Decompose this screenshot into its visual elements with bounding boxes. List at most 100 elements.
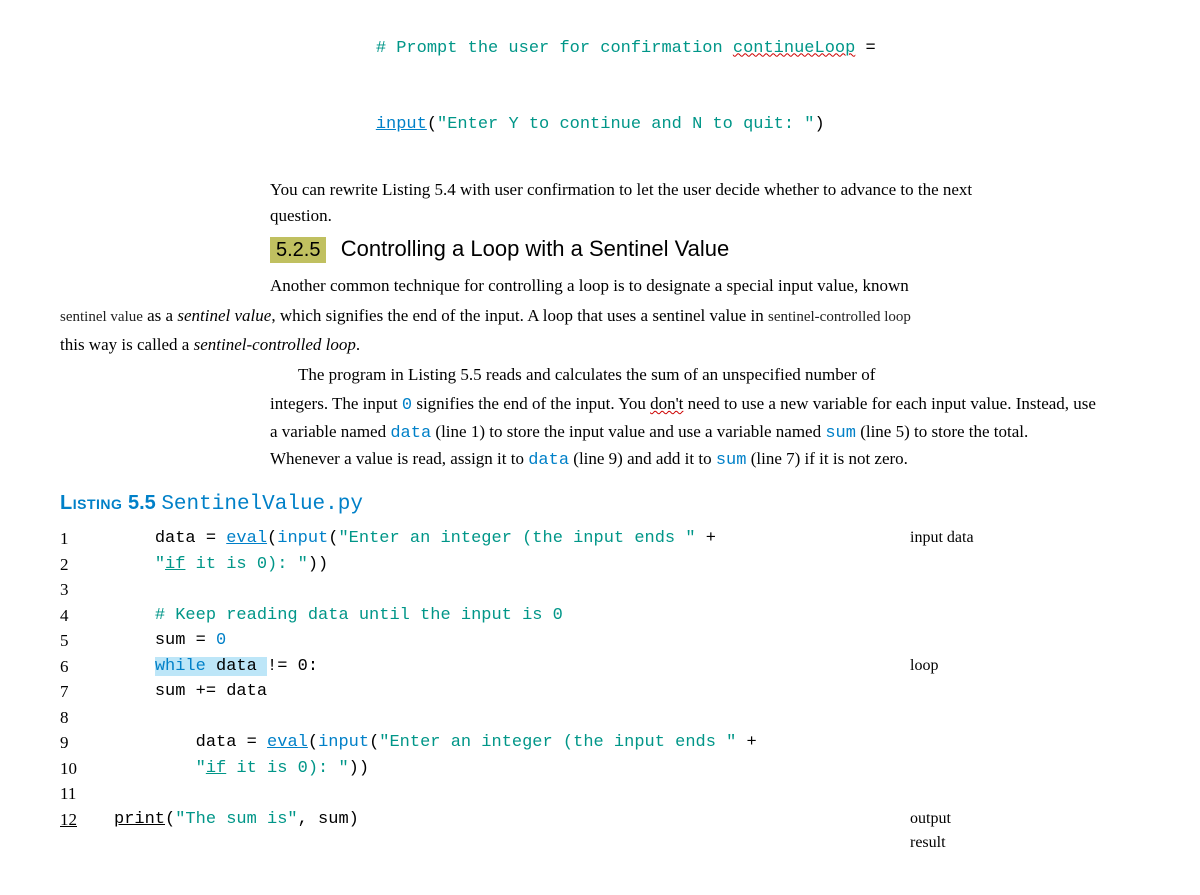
sentinel-paragraph-line3: this way is called a sentinel-controlled… bbox=[60, 332, 1100, 358]
section-heading: 5.2.5 Controlling a Loop with a Sentinel… bbox=[270, 232, 1140, 265]
p2g: (line 9) and add it to bbox=[569, 449, 716, 468]
c9c: ( bbox=[308, 733, 318, 752]
sentinel-paragraph-line2: sentinel value as a sentinel value, whic… bbox=[60, 303, 1100, 329]
p1-ital2: sentinel-controlled loop bbox=[194, 335, 356, 354]
input-func: input bbox=[376, 115, 427, 134]
margin-sentinel-value: sentinel value bbox=[60, 309, 143, 325]
c9d: input bbox=[318, 733, 369, 752]
anno-output: output bbox=[910, 810, 951, 827]
lineno: 5 bbox=[60, 628, 114, 654]
c4: # Keep reading data until the input is 0 bbox=[155, 606, 563, 625]
c9g: + bbox=[736, 733, 756, 752]
code-line-5: 5 sum = 0 bbox=[60, 628, 1140, 654]
listing-filename: SentinelValue.py bbox=[161, 493, 363, 516]
p2h: (line 7) if it is not zero. bbox=[746, 449, 907, 468]
lineno: 9 bbox=[60, 730, 114, 756]
listing-heading: Listing 5.5 SentinelValue.py bbox=[60, 488, 1140, 521]
continue-loop-var: continueLoop bbox=[733, 39, 855, 58]
lineno: 11 bbox=[60, 781, 114, 807]
anno-loop: loop bbox=[910, 654, 1140, 680]
section-number: 5.2.5 bbox=[270, 237, 326, 263]
lineno: 4 bbox=[60, 603, 114, 629]
listing-number: 5.5 bbox=[128, 492, 156, 514]
code-line-2: 2 "if it is 0): ")) bbox=[60, 552, 1140, 578]
c1e: ( bbox=[328, 529, 338, 548]
c2b: if bbox=[165, 555, 185, 574]
lineno: 7 bbox=[60, 679, 114, 705]
c10d: )) bbox=[349, 759, 369, 778]
p1-ital1: sentinel value bbox=[177, 306, 271, 325]
p1-mid3: this way is called a bbox=[60, 335, 194, 354]
code-line-6: 6 while data != 0: loop bbox=[60, 654, 1140, 680]
listing-label: Listing bbox=[60, 492, 122, 514]
anno-result: result bbox=[910, 834, 946, 851]
paren-close: ) bbox=[815, 115, 825, 134]
program-paragraph-cont: integers. The input 0 signifies the end … bbox=[270, 391, 1100, 474]
code-line-9: 9 data = eval(input("Enter an integer (t… bbox=[60, 730, 1140, 756]
string-literal: "Enter Y to continue and N to quit: " bbox=[437, 115, 814, 134]
c1b: eval bbox=[226, 529, 267, 548]
anno-input-data: input data bbox=[910, 526, 1140, 552]
top-code-snippet: # Prompt the user for confirmation conti… bbox=[335, 10, 1140, 163]
after-topcode-paragraph: You can rewrite Listing 5.4 with user co… bbox=[270, 177, 990, 228]
c1a: data = bbox=[155, 529, 226, 548]
code-line-7: 7 sum += data bbox=[60, 679, 1140, 705]
p2-sum: sum bbox=[825, 424, 856, 443]
c9a: data = bbox=[196, 733, 267, 752]
p2-data2: data bbox=[528, 451, 569, 470]
c7: sum += data bbox=[155, 682, 267, 701]
code-line-12: 12 print("The sum is", sum) output result bbox=[60, 807, 1140, 855]
c9f: "Enter an integer (the input ends " bbox=[379, 733, 736, 752]
p2-sum2: sum bbox=[716, 451, 747, 470]
lineno: 6 bbox=[60, 654, 114, 680]
lineno: 10 bbox=[60, 756, 114, 782]
sentinel-paragraph: Another common technique for controlling… bbox=[270, 273, 1100, 299]
lineno: 12 bbox=[60, 807, 114, 855]
p1-mid2: , which signifies the end of the input. … bbox=[271, 306, 768, 325]
p2-zero: 0 bbox=[402, 396, 412, 415]
c12d: , sum) bbox=[298, 810, 359, 829]
c10a: " bbox=[196, 759, 206, 778]
code-line-1: 1 data = eval(input("Enter an integer (t… bbox=[60, 526, 1140, 552]
lineno: 2 bbox=[60, 552, 114, 578]
c5a: sum = bbox=[155, 631, 216, 650]
c6a: while bbox=[155, 657, 216, 676]
c2c: it is 0): " bbox=[185, 555, 307, 574]
section-title: Controlling a Loop with a Sentinel Value bbox=[341, 236, 730, 261]
code-listing: 1 data = eval(input("Enter an integer (t… bbox=[60, 526, 1140, 855]
p1-lead: Another common technique for controlling… bbox=[270, 276, 909, 295]
c10c: it is 0): " bbox=[226, 759, 348, 778]
c9e: ( bbox=[369, 733, 379, 752]
p2c: signifies the end of the input. You bbox=[412, 394, 650, 413]
c12c: "The sum is" bbox=[175, 810, 297, 829]
c10b: if bbox=[206, 759, 226, 778]
p2e: (line 1) to store the input value and us… bbox=[431, 422, 825, 441]
c5b: 0 bbox=[216, 631, 226, 650]
p1-end: . bbox=[356, 335, 360, 354]
code-line-10: 10 "if it is 0): ")) bbox=[60, 756, 1140, 782]
program-paragraph: The program in Listing 5.5 reads and cal… bbox=[270, 362, 1100, 388]
code-line-8: 8 bbox=[60, 705, 1140, 731]
comment-text: # Prompt the user for confirmation bbox=[376, 39, 733, 58]
c2d: )) bbox=[308, 555, 328, 574]
eq-sign: = bbox=[855, 39, 875, 58]
p2a: The program in Listing 5.5 reads and cal… bbox=[298, 365, 875, 384]
c1c: ( bbox=[267, 529, 277, 548]
margin-sentinel-loop: sentinel-controlled loop bbox=[768, 309, 911, 325]
c2a: " bbox=[155, 555, 165, 574]
c6b: data bbox=[216, 657, 267, 676]
code-line-4: 4 # Keep reading data until the input is… bbox=[60, 603, 1140, 629]
p2-dont: don't bbox=[650, 394, 683, 413]
c12a: print bbox=[114, 810, 165, 829]
code-line-3: 3 bbox=[60, 577, 1140, 603]
lineno: 3 bbox=[60, 577, 114, 603]
p2b: integers. The input bbox=[270, 394, 402, 413]
p1-mid1: as a bbox=[143, 306, 177, 325]
lineno: 1 bbox=[60, 526, 114, 552]
c1d: input bbox=[277, 529, 328, 548]
lineno: 8 bbox=[60, 705, 114, 731]
c9b: eval bbox=[267, 733, 308, 752]
c12b: ( bbox=[165, 810, 175, 829]
p2-data: data bbox=[390, 424, 431, 443]
paren-open: ( bbox=[427, 115, 437, 134]
